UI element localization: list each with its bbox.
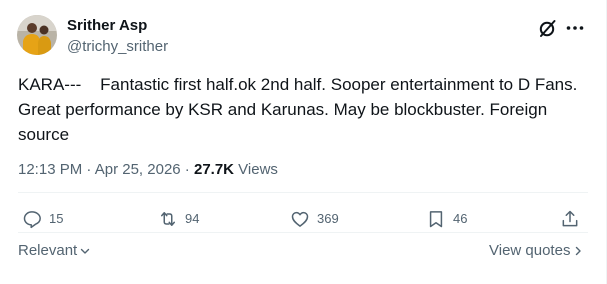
- meta-separator: ·: [82, 161, 95, 178]
- repost-button[interactable]: 94: [158, 208, 199, 230]
- share-button[interactable]: [560, 208, 580, 230]
- divider: [18, 232, 588, 233]
- reply-icon: [23, 211, 41, 229]
- sort-label: Relevant: [18, 242, 78, 259]
- view-quotes-link[interactable]: View quotes: [489, 242, 584, 259]
- repost-icon: [161, 212, 175, 226]
- repost-count: 94: [185, 211, 200, 226]
- more-icon[interactable]: [564, 17, 586, 39]
- reply-count: 15: [49, 211, 64, 226]
- view-quotes-label: View quotes: [489, 242, 571, 259]
- divider: [18, 192, 588, 193]
- tweet-card: Srither Asp @trichy_srither KARA--- Fant…: [0, 0, 607, 284]
- chevron-down-icon: [81, 248, 90, 254]
- tweet-meta: 12:13 PM · Apr 25, 2026 · 27.7K Views: [18, 160, 278, 180]
- bookmark-count: 46: [453, 211, 468, 226]
- share-icon: [562, 210, 578, 227]
- author-name[interactable]: Srither Asp: [67, 17, 168, 35]
- like-button[interactable]: 369: [290, 208, 339, 230]
- views-count: 27.7K: [193, 161, 235, 178]
- meta-separator: ·: [180, 161, 194, 178]
- tweet-text: KARA--- Fantastic first half.ok 2nd half…: [18, 75, 583, 144]
- author-handle[interactable]: @trichy_srither: [67, 38, 168, 56]
- like-count: 369: [317, 211, 339, 226]
- chevron-right-icon: [576, 246, 582, 255]
- sort-relevant-button[interactable]: Relevant: [18, 242, 91, 259]
- avatar-image: [17, 15, 57, 55]
- heart-icon: [291, 211, 309, 227]
- tweet-date[interactable]: Apr 25, 2026: [95, 161, 181, 178]
- author-block: Srither Asp @trichy_srither: [67, 17, 168, 56]
- tweet-time[interactable]: 12:13 PM: [18, 161, 82, 178]
- views-label: Views: [234, 161, 278, 178]
- reply-button[interactable]: 15: [22, 208, 63, 230]
- bookmark-icon: [429, 211, 443, 228]
- bookmark-button[interactable]: 46: [426, 208, 467, 230]
- avatar[interactable]: [17, 15, 57, 55]
- grok-icon[interactable]: [537, 17, 559, 39]
